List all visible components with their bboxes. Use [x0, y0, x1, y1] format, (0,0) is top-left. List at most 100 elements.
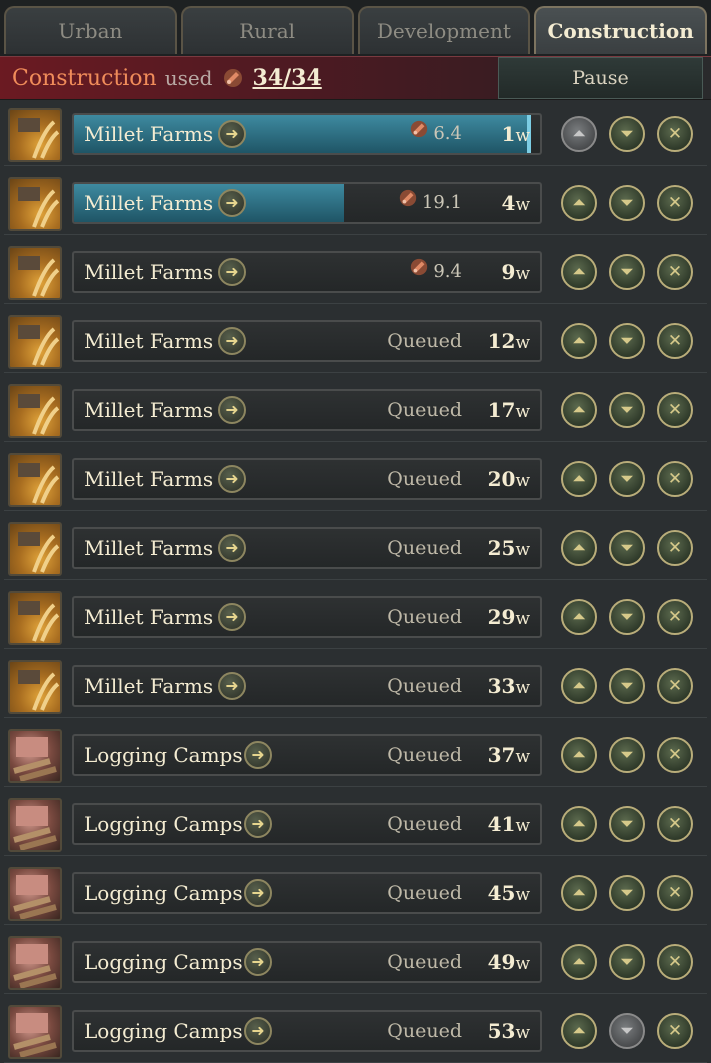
construction-item[interactable]: Millet Farms ➜ Queued 33w — [72, 665, 542, 707]
cancel-icon[interactable]: ✕ — [657, 1013, 693, 1049]
move-up-icon[interactable]: ⏶ — [561, 116, 597, 152]
move-down-icon[interactable]: ⏷ — [609, 806, 645, 842]
move-up-icon[interactable]: ⏶ — [561, 185, 597, 221]
move-up-icon[interactable]: ⏶ — [561, 737, 597, 773]
move-up-icon[interactable]: ⏶ — [561, 668, 597, 704]
construction-item[interactable]: Millet Farms ➜ 9.4 9w — [72, 251, 542, 293]
move-up-icon[interactable]: ⏶ — [561, 461, 597, 497]
move-up-icon[interactable]: ⏶ — [561, 530, 597, 566]
farm-building-icon[interactable] — [8, 522, 62, 576]
tab-development[interactable]: Development — [357, 6, 531, 54]
move-down-icon[interactable]: ⏷ — [609, 737, 645, 773]
cancel-icon[interactable]: ✕ — [657, 323, 693, 359]
cancel-icon[interactable]: ✕ — [657, 185, 693, 221]
arrow-right-icon[interactable]: ➜ — [244, 810, 272, 838]
status-label: Queued — [387, 537, 462, 559]
move-down-icon[interactable]: ⏷ — [609, 1013, 645, 1049]
logging-camp-building-icon[interactable] — [8, 729, 62, 783]
arrow-right-icon[interactable]: ➜ — [244, 1017, 272, 1045]
farm-building-icon[interactable] — [8, 453, 62, 507]
tab-urban[interactable]: Urban — [4, 6, 177, 54]
move-down-icon[interactable]: ⏷ — [609, 185, 645, 221]
weeks-remaining: 20w — [487, 467, 530, 491]
logging-camp-building-icon[interactable] — [8, 1005, 62, 1059]
farm-building-icon[interactable] — [8, 384, 62, 438]
construction-item[interactable]: Logging Camps ➜ Queued 45w — [72, 872, 542, 914]
logging-camp-building-icon[interactable] — [8, 867, 62, 921]
cancel-icon[interactable]: ✕ — [657, 461, 693, 497]
tab-rural[interactable]: Rural — [180, 6, 354, 54]
weeks-remaining: 41w — [487, 812, 530, 836]
move-down-icon[interactable]: ⏷ — [609, 530, 645, 566]
cancel-icon[interactable]: ✕ — [657, 599, 693, 635]
arrow-right-icon[interactable]: ➜ — [218, 396, 246, 424]
cancel-icon[interactable]: ✕ — [657, 530, 693, 566]
move-up-icon[interactable]: ⏶ — [561, 875, 597, 911]
construction-item[interactable]: Logging Camps ➜ Queued 53w — [72, 1010, 542, 1052]
move-down-icon[interactable]: ⏷ — [609, 944, 645, 980]
construction-item[interactable]: Logging Camps ➜ Queued 41w — [72, 803, 542, 845]
construction-item[interactable]: Millet Farms ➜ Queued 17w — [72, 389, 542, 431]
arrow-right-icon[interactable]: ➜ — [218, 603, 246, 631]
move-down-icon[interactable]: ⏷ — [609, 323, 645, 359]
move-up-icon[interactable]: ⏶ — [561, 254, 597, 290]
move-down-icon[interactable]: ⏷ — [609, 254, 645, 290]
cancel-icon[interactable]: ✕ — [657, 944, 693, 980]
farm-building-icon[interactable] — [8, 660, 62, 714]
arrow-right-icon[interactable]: ➜ — [218, 672, 246, 700]
row-divider — [4, 303, 707, 304]
move-up-icon[interactable]: ⏶ — [561, 944, 597, 980]
move-down-icon[interactable]: ⏷ — [609, 392, 645, 428]
cancel-icon[interactable]: ✕ — [657, 668, 693, 704]
tab-construction[interactable]: Construction — [534, 6, 707, 54]
move-up-icon[interactable]: ⏶ — [561, 599, 597, 635]
building-name: Logging Camps — [84, 743, 243, 767]
cost-value: 19.1 — [421, 192, 462, 213]
construction-item[interactable]: Millet Farms ➜ Queued 25w — [72, 527, 542, 569]
move-down-icon[interactable]: ⏷ — [609, 668, 645, 704]
queue-row: Millet Farms ➜ Queued 12w ⏶ ⏷ ✕ — [0, 308, 711, 373]
cancel-icon[interactable]: ✕ — [657, 254, 693, 290]
arrow-right-icon[interactable]: ➜ — [218, 327, 246, 355]
construction-item[interactable]: Millet Farms ➜ 19.1 4w — [72, 182, 542, 224]
cancel-icon[interactable]: ✕ — [657, 806, 693, 842]
farm-building-icon[interactable] — [8, 177, 62, 231]
construction-item[interactable]: Logging Camps ➜ Queued 37w — [72, 734, 542, 776]
arrow-right-icon[interactable]: ➜ — [218, 534, 246, 562]
cancel-icon[interactable]: ✕ — [657, 737, 693, 773]
arrow-right-icon[interactable]: ➜ — [218, 465, 246, 493]
farm-building-icon[interactable] — [8, 108, 62, 162]
logging-camp-building-icon[interactable] — [8, 936, 62, 990]
move-down-icon[interactable]: ⏷ — [609, 116, 645, 152]
construction-used-count[interactable]: 34/34 — [252, 65, 321, 91]
cancel-icon[interactable]: ✕ — [657, 392, 693, 428]
status-label: Queued — [387, 813, 462, 835]
farm-building-icon[interactable] — [8, 315, 62, 369]
arrow-right-icon[interactable]: ➜ — [244, 879, 272, 907]
construction-item[interactable]: Logging Camps ➜ Queued 49w — [72, 941, 542, 983]
move-up-icon[interactable]: ⏶ — [561, 806, 597, 842]
arrow-right-icon[interactable]: ➜ — [218, 189, 246, 217]
arrow-right-icon[interactable]: ➜ — [218, 120, 246, 148]
arrow-right-icon[interactable]: ➜ — [244, 948, 272, 976]
move-down-icon[interactable]: ⏷ — [609, 461, 645, 497]
move-down-icon[interactable]: ⏷ — [609, 875, 645, 911]
weeks-remaining: 25w — [487, 536, 530, 560]
construction-item[interactable]: Millet Farms ➜ 6.4 1w — [72, 113, 542, 155]
move-down-icon[interactable]: ⏷ — [609, 599, 645, 635]
cancel-icon[interactable]: ✕ — [657, 875, 693, 911]
construction-item[interactable]: Millet Farms ➜ Queued 20w — [72, 458, 542, 500]
logging-camp-building-icon[interactable] — [8, 798, 62, 852]
construction-item[interactable]: Millet Farms ➜ Queued 29w — [72, 596, 542, 638]
move-up-icon[interactable]: ⏶ — [561, 392, 597, 428]
move-up-icon[interactable]: ⏶ — [561, 1013, 597, 1049]
farm-building-icon[interactable] — [8, 246, 62, 300]
arrow-right-icon[interactable]: ➜ — [218, 258, 246, 286]
construction-item[interactable]: Millet Farms ➜ Queued 12w — [72, 320, 542, 362]
building-name: Millet Farms — [84, 536, 214, 560]
move-up-icon[interactable]: ⏶ — [561, 323, 597, 359]
arrow-right-icon[interactable]: ➜ — [244, 741, 272, 769]
farm-building-icon[interactable] — [8, 591, 62, 645]
cancel-icon[interactable]: ✕ — [657, 116, 693, 152]
pause-button[interactable]: Pause — [498, 57, 703, 99]
